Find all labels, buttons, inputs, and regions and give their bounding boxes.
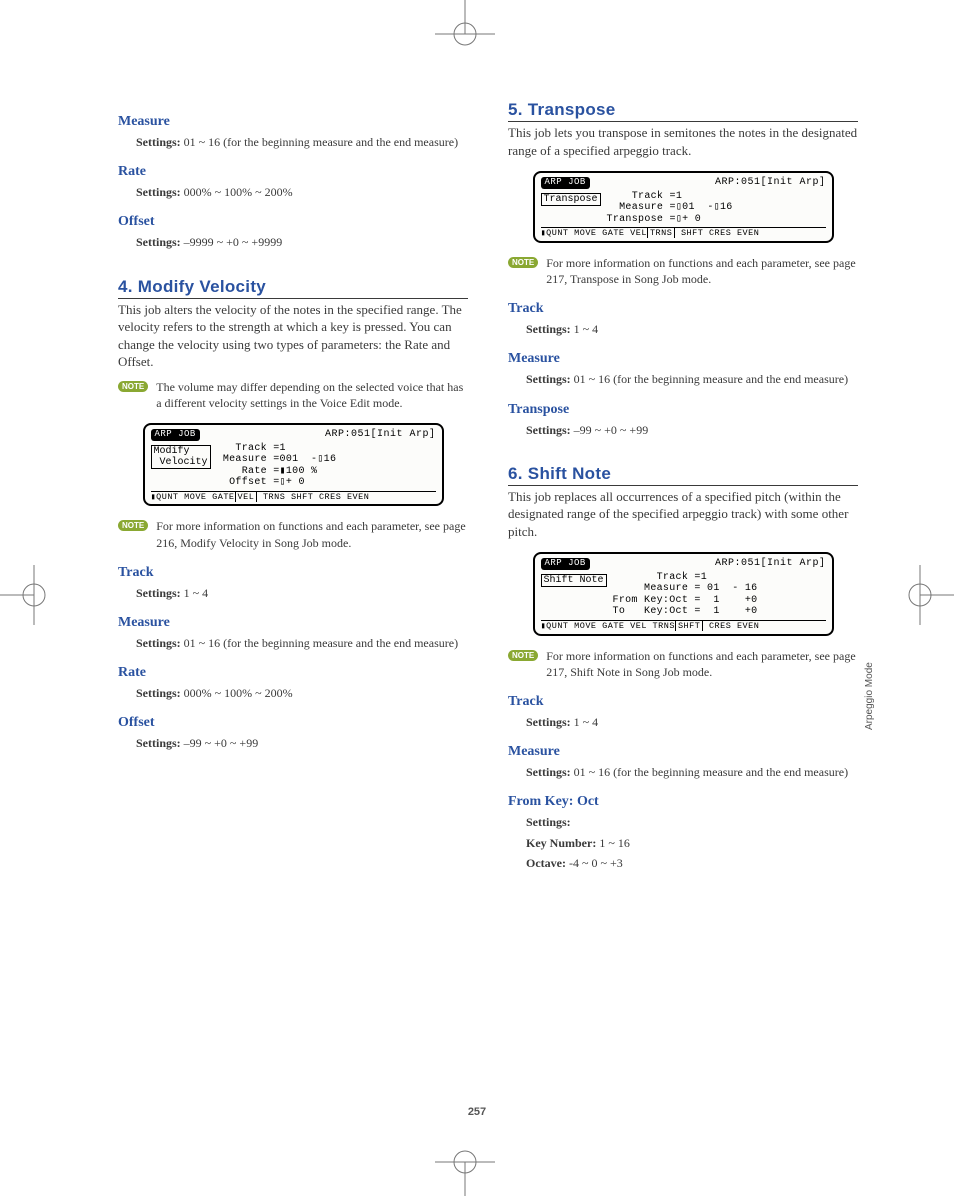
section-6-heading: 6. Shift Note [508, 464, 858, 486]
right-column: 5. Transpose This job lets you transpose… [508, 100, 858, 875]
lcd-params: Track =1 Measure =001 -▯16 Rate =▮100 % … [217, 443, 436, 489]
setting-track-4: Settings: 1 ~ 4 [136, 585, 468, 601]
section-5-body: This job lets you transpose in semitones… [508, 124, 858, 159]
lcd-box: Transpose [541, 193, 601, 206]
heading-fromkey-6: From Key: Oct [508, 794, 858, 810]
setting-measure-4: Settings: 01 ~ 16 (for the beginning mea… [136, 635, 468, 651]
heading-measure: Measure [118, 114, 468, 130]
note-more-info-4: NOTE For more information on functions a… [118, 518, 468, 550]
setting-rate-4: Settings: 000% ~ 100% ~ 200% [136, 685, 468, 701]
lcd-tabs: ▮QUNT MOVE GATE VELTRNS SHFT CRES EVEN [541, 227, 826, 239]
heading-measure-5: Measure [508, 351, 858, 367]
setting-keynumber: Key Number: 1 ~ 16 [526, 835, 858, 851]
lcd-transpose: ARP JOB ARP:051[Init Arp] Transpose Trac… [533, 171, 834, 243]
heading-measure-4: Measure [118, 615, 468, 631]
lcd-header-left: ARP JOB [541, 177, 590, 189]
lcd-shift-note: ARP JOB ARP:051[Init Arp] Shift Note Tra… [533, 552, 834, 635]
setting-measure-6: Settings: 01 ~ 16 (for the beginning mea… [526, 764, 858, 780]
heading-offset-4: Offset [118, 715, 468, 731]
lcd-tabs: ▮QUNT MOVE GATE VEL TRNSSHFT CRES EVEN [541, 620, 826, 632]
lcd-box: Modify Velocity [151, 445, 211, 469]
page-number: 257 [0, 1106, 954, 1118]
lcd-header-right: ARP:051[Init Arp] [715, 558, 826, 570]
setting-rate: Settings: 000% ~ 100% ~ 200% [136, 184, 468, 200]
page-content: Measure Settings: 01 ~ 16 (for the begin… [118, 100, 858, 875]
lcd-header-left: ARP JOB [541, 558, 590, 570]
lcd-header-right: ARP:051[Init Arp] [715, 177, 826, 189]
lcd-box: Shift Note [541, 574, 607, 587]
setting-fromkey-label: Settings: [526, 814, 858, 830]
setting-transpose-5: Settings: –99 ~ +0 ~ +99 [526, 422, 858, 438]
section-4-body: This job alters the velocity of the note… [118, 301, 468, 371]
heading-track-4: Track [118, 565, 468, 581]
lcd-modify-velocity: ARP JOB ARP:051[Init Arp] Modify Velocit… [143, 423, 444, 506]
setting-track-5: Settings: 1 ~ 4 [526, 321, 858, 337]
setting-track-6: Settings: 1 ~ 4 [526, 714, 858, 730]
setting-octave: Octave: -4 ~ 0 ~ +3 [526, 855, 858, 871]
side-label: Arpeggio Mode [864, 662, 875, 730]
setting-measure-5: Settings: 01 ~ 16 (for the beginning mea… [526, 371, 858, 387]
note-more-info-5: NOTE For more information on functions a… [508, 255, 858, 287]
setting-offset-4: Settings: –99 ~ +0 ~ +99 [136, 735, 468, 751]
lcd-header-right: ARP:051[Init Arp] [325, 429, 436, 441]
lcd-tabs: ▮QUNT MOVE GATEVEL TRNS SHFT CRES EVEN [151, 491, 436, 503]
heading-transpose-5: Transpose [508, 402, 858, 418]
lcd-params: Track =1 Measure =▯01 -▯16 Transpose =▯+… [607, 191, 826, 226]
left-column: Measure Settings: 01 ~ 16 (for the begin… [118, 100, 468, 875]
setting-measure: Settings: 01 ~ 16 (for the beginning mea… [136, 134, 468, 150]
note-icon: NOTE [508, 650, 538, 661]
note-volume: NOTE The volume may differ depending on … [118, 379, 468, 411]
note-icon: NOTE [508, 257, 538, 268]
heading-track-6: Track [508, 694, 858, 710]
heading-offset: Offset [118, 214, 468, 230]
lcd-header-left: ARP JOB [151, 429, 200, 441]
heading-rate-4: Rate [118, 665, 468, 681]
lcd-params: Track =1 Measure = 01 - 16 From Key:Oct … [613, 572, 826, 618]
section-6-body: This job replaces all occurrences of a s… [508, 488, 858, 541]
heading-measure-6: Measure [508, 744, 858, 760]
note-icon: NOTE [118, 381, 148, 392]
heading-track-5: Track [508, 301, 858, 317]
heading-rate: Rate [118, 164, 468, 180]
section-4-heading: 4. Modify Velocity [118, 277, 468, 299]
note-icon: NOTE [118, 520, 148, 531]
section-5-heading: 5. Transpose [508, 100, 858, 122]
setting-offset: Settings: –9999 ~ +0 ~ +9999 [136, 234, 468, 250]
note-more-info-6: NOTE For more information on functions a… [508, 648, 858, 680]
